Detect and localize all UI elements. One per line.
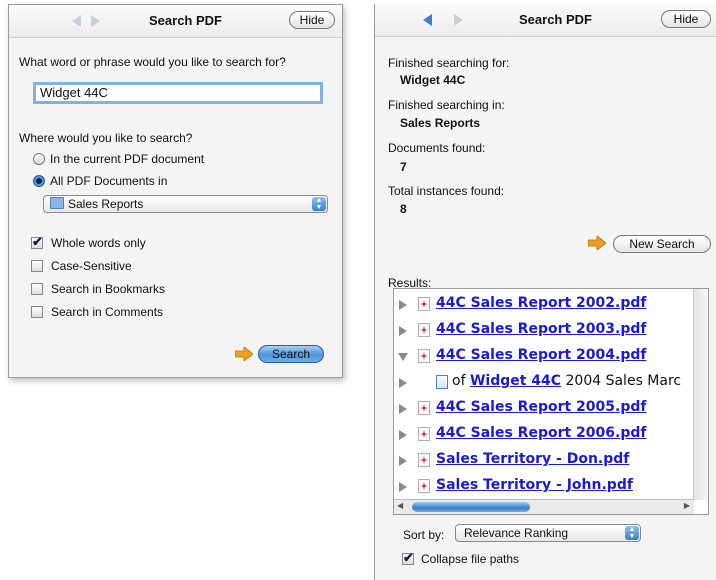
location-popup[interactable]: Sales Reports ▲ ▼ (43, 195, 328, 213)
where-label: Where would you like to search? (19, 131, 193, 145)
disclosure-triangle-icon[interactable] (399, 300, 407, 310)
hit-context: 2004 Sales Marc (565, 373, 682, 389)
result-link[interactable]: 44C Sales Report 2004.pdf (436, 347, 646, 363)
searched-in-label: Finished searching in: (388, 98, 505, 112)
right-titlebar: Search PDF Hide (375, 4, 716, 37)
whole-words-checkbox[interactable]: ✔ (31, 234, 43, 249)
back-arrow-icon[interactable] (423, 14, 432, 26)
vertical-scrollbar[interactable] (693, 289, 708, 500)
hit-prefix: of (452, 373, 466, 389)
search-button[interactable]: Search (258, 345, 324, 363)
forward-arrow-icon[interactable] (454, 14, 463, 26)
disclosure-triangle-icon[interactable] (399, 482, 407, 492)
popup-arrows-icon: ▲ ▼ (625, 526, 639, 540)
horizontal-scrollbar[interactable]: ◀ ▶ (394, 499, 694, 514)
hide-button[interactable]: Hide (661, 10, 711, 28)
radio-all-documents[interactable] (33, 175, 45, 187)
bookmarks-checkbox[interactable] (31, 283, 43, 295)
back-arrow-icon[interactable] (72, 15, 81, 27)
search-hit-icon (436, 375, 448, 389)
result-link[interactable]: Sales Territory - John.pdf (436, 477, 633, 493)
disclosure-triangle-icon[interactable] (399, 378, 407, 388)
search-panel-left: Search PDF Hide What word or phrase woul… (8, 4, 343, 378)
pdf-file-icon (418, 427, 430, 441)
forward-arrow-icon[interactable] (91, 15, 100, 27)
comments-label: Search in Comments (51, 305, 164, 319)
searched-in-value: Sales Reports (400, 116, 481, 130)
radio-all-label: All PDF Documents in (50, 174, 168, 188)
disclosure-triangle-open-icon[interactable] (398, 353, 408, 361)
search-panel-right: Search PDF Hide Finished searching for: … (374, 4, 716, 580)
whole-words-label: Whole words only (51, 236, 146, 250)
case-sensitive-label: Case-Sensitive (51, 259, 132, 273)
go-arrow-icon (235, 347, 253, 361)
left-titlebar: Search PDF Hide (9, 5, 342, 38)
pdf-file-icon (418, 323, 430, 337)
go-arrow-icon (588, 236, 606, 250)
bookmarks-label: Search in Bookmarks (51, 282, 166, 296)
pdf-file-icon (418, 349, 430, 363)
sort-popup[interactable]: Relevance Ranking ▲ ▼ (455, 524, 641, 542)
disclosure-triangle-icon[interactable] (399, 326, 407, 336)
hit-term-link[interactable]: Widget 44C (470, 373, 561, 389)
result-link[interactable]: 44C Sales Report 2006.pdf (436, 425, 646, 441)
panel-title: Search PDF (519, 12, 592, 27)
panel-title: Search PDF (149, 13, 222, 28)
instances-found-value: 8 (400, 202, 407, 216)
disclosure-triangle-icon[interactable] (399, 456, 407, 466)
sort-value: Relevance Ranking (464, 526, 569, 540)
result-link[interactable]: 44C Sales Report 2005.pdf (436, 399, 646, 415)
checkmark-icon: ✔ (403, 550, 414, 565)
sort-by-label: Sort by: (403, 528, 445, 542)
search-question-label: What word or phrase would you like to se… (19, 55, 286, 69)
search-input[interactable]: Widget 44C (33, 82, 323, 104)
pdf-file-icon (418, 453, 430, 467)
checkmark-icon: ✔ (32, 234, 43, 249)
result-link[interactable]: 44C Sales Report 2003.pdf (436, 321, 646, 337)
disclosure-triangle-icon[interactable] (399, 404, 407, 414)
comments-checkbox[interactable] (31, 306, 43, 318)
new-search-button[interactable]: New Search (613, 235, 711, 253)
instances-found-label: Total instances found: (388, 184, 505, 198)
case-sensitive-checkbox[interactable] (31, 260, 43, 272)
documents-found-value: 7 (400, 160, 407, 174)
radio-current-label: In the current PDF document (50, 152, 205, 166)
documents-found-label: Documents found: (388, 141, 486, 155)
hide-button[interactable]: Hide (289, 11, 335, 29)
popup-arrows-icon: ▲ ▼ (312, 197, 326, 211)
radio-current-document[interactable] (33, 153, 45, 165)
collapse-paths-label: Collapse file paths (421, 552, 520, 566)
results-list[interactable]: 44C Sales Report 2002.pdf 44C Sales Repo… (393, 288, 709, 515)
disclosure-triangle-icon[interactable] (399, 430, 407, 440)
searched-for-label: Finished searching for: (388, 56, 510, 70)
pdf-file-icon (418, 297, 430, 311)
searched-for-value: Widget 44C (400, 73, 466, 87)
collapse-paths-checkbox[interactable]: ✔ (402, 550, 414, 565)
scroll-left-arrow-icon[interactable]: ◀ (397, 501, 403, 510)
pdf-file-icon (418, 479, 430, 493)
location-value: Sales Reports (68, 197, 144, 211)
folder-icon (50, 197, 64, 209)
result-link[interactable]: 44C Sales Report 2002.pdf (436, 295, 646, 311)
pdf-file-icon (418, 401, 430, 415)
scroll-thumb[interactable] (412, 502, 530, 512)
result-link[interactable]: Sales Territory - Don.pdf (436, 451, 629, 467)
scroll-right-arrow-icon[interactable]: ▶ (684, 501, 690, 510)
